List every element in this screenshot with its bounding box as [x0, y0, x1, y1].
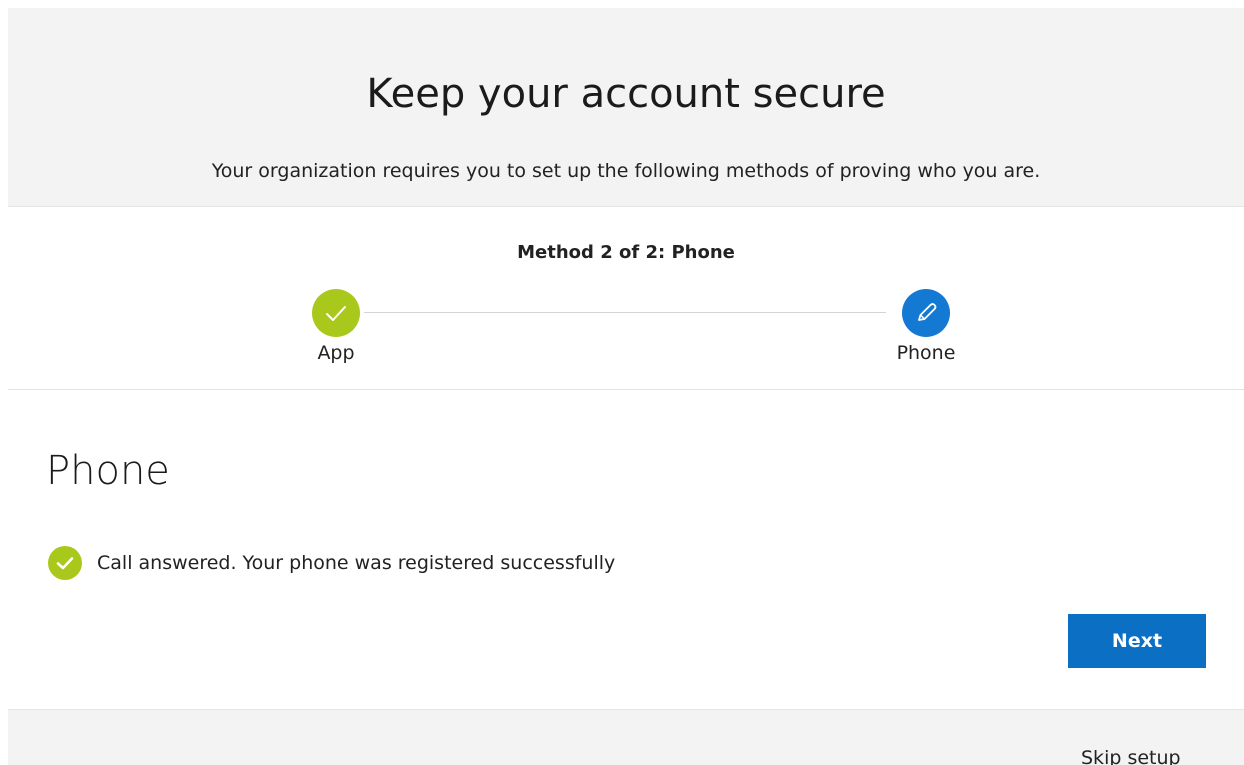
page-title: Keep your account secure [366, 71, 886, 117]
status-message: Call answered. Your phone was registered… [97, 552, 616, 574]
step-app-label: App [317, 342, 355, 364]
registration-status: Call answered. Your phone was registered… [48, 545, 615, 581]
step-phone: Phone [886, 289, 966, 365]
header-band: Keep your account secure Your organizati… [8, 8, 1244, 207]
step-app: App [296, 289, 376, 365]
page-subtitle: Your organization requires you to set up… [211, 160, 1041, 182]
footer-band: Skip setup [8, 709, 1244, 765]
section-title: Phone [46, 448, 170, 494]
next-button[interactable]: Next [1068, 614, 1206, 668]
method-stepper: Method 2 of 2: Phone App Phone [8, 207, 1244, 390]
method-progress-label: Method 2 of 2: Phone [517, 242, 735, 263]
pencil-icon [918, 303, 937, 321]
checkmark-icon [326, 306, 346, 321]
phone-method-panel: Phone Call answered. Your phone was regi… [8, 390, 1244, 708]
stepper-connector-line [364, 312, 886, 313]
step-app-status [312, 289, 360, 337]
skip-setup-link[interactable]: Skip setup [1081, 746, 1181, 765]
success-checkmark-icon [48, 546, 82, 580]
step-phone-label: Phone [896, 342, 956, 364]
page: Keep your account secure Your organizati… [0, 0, 1244, 765]
step-phone-status [902, 289, 950, 337]
